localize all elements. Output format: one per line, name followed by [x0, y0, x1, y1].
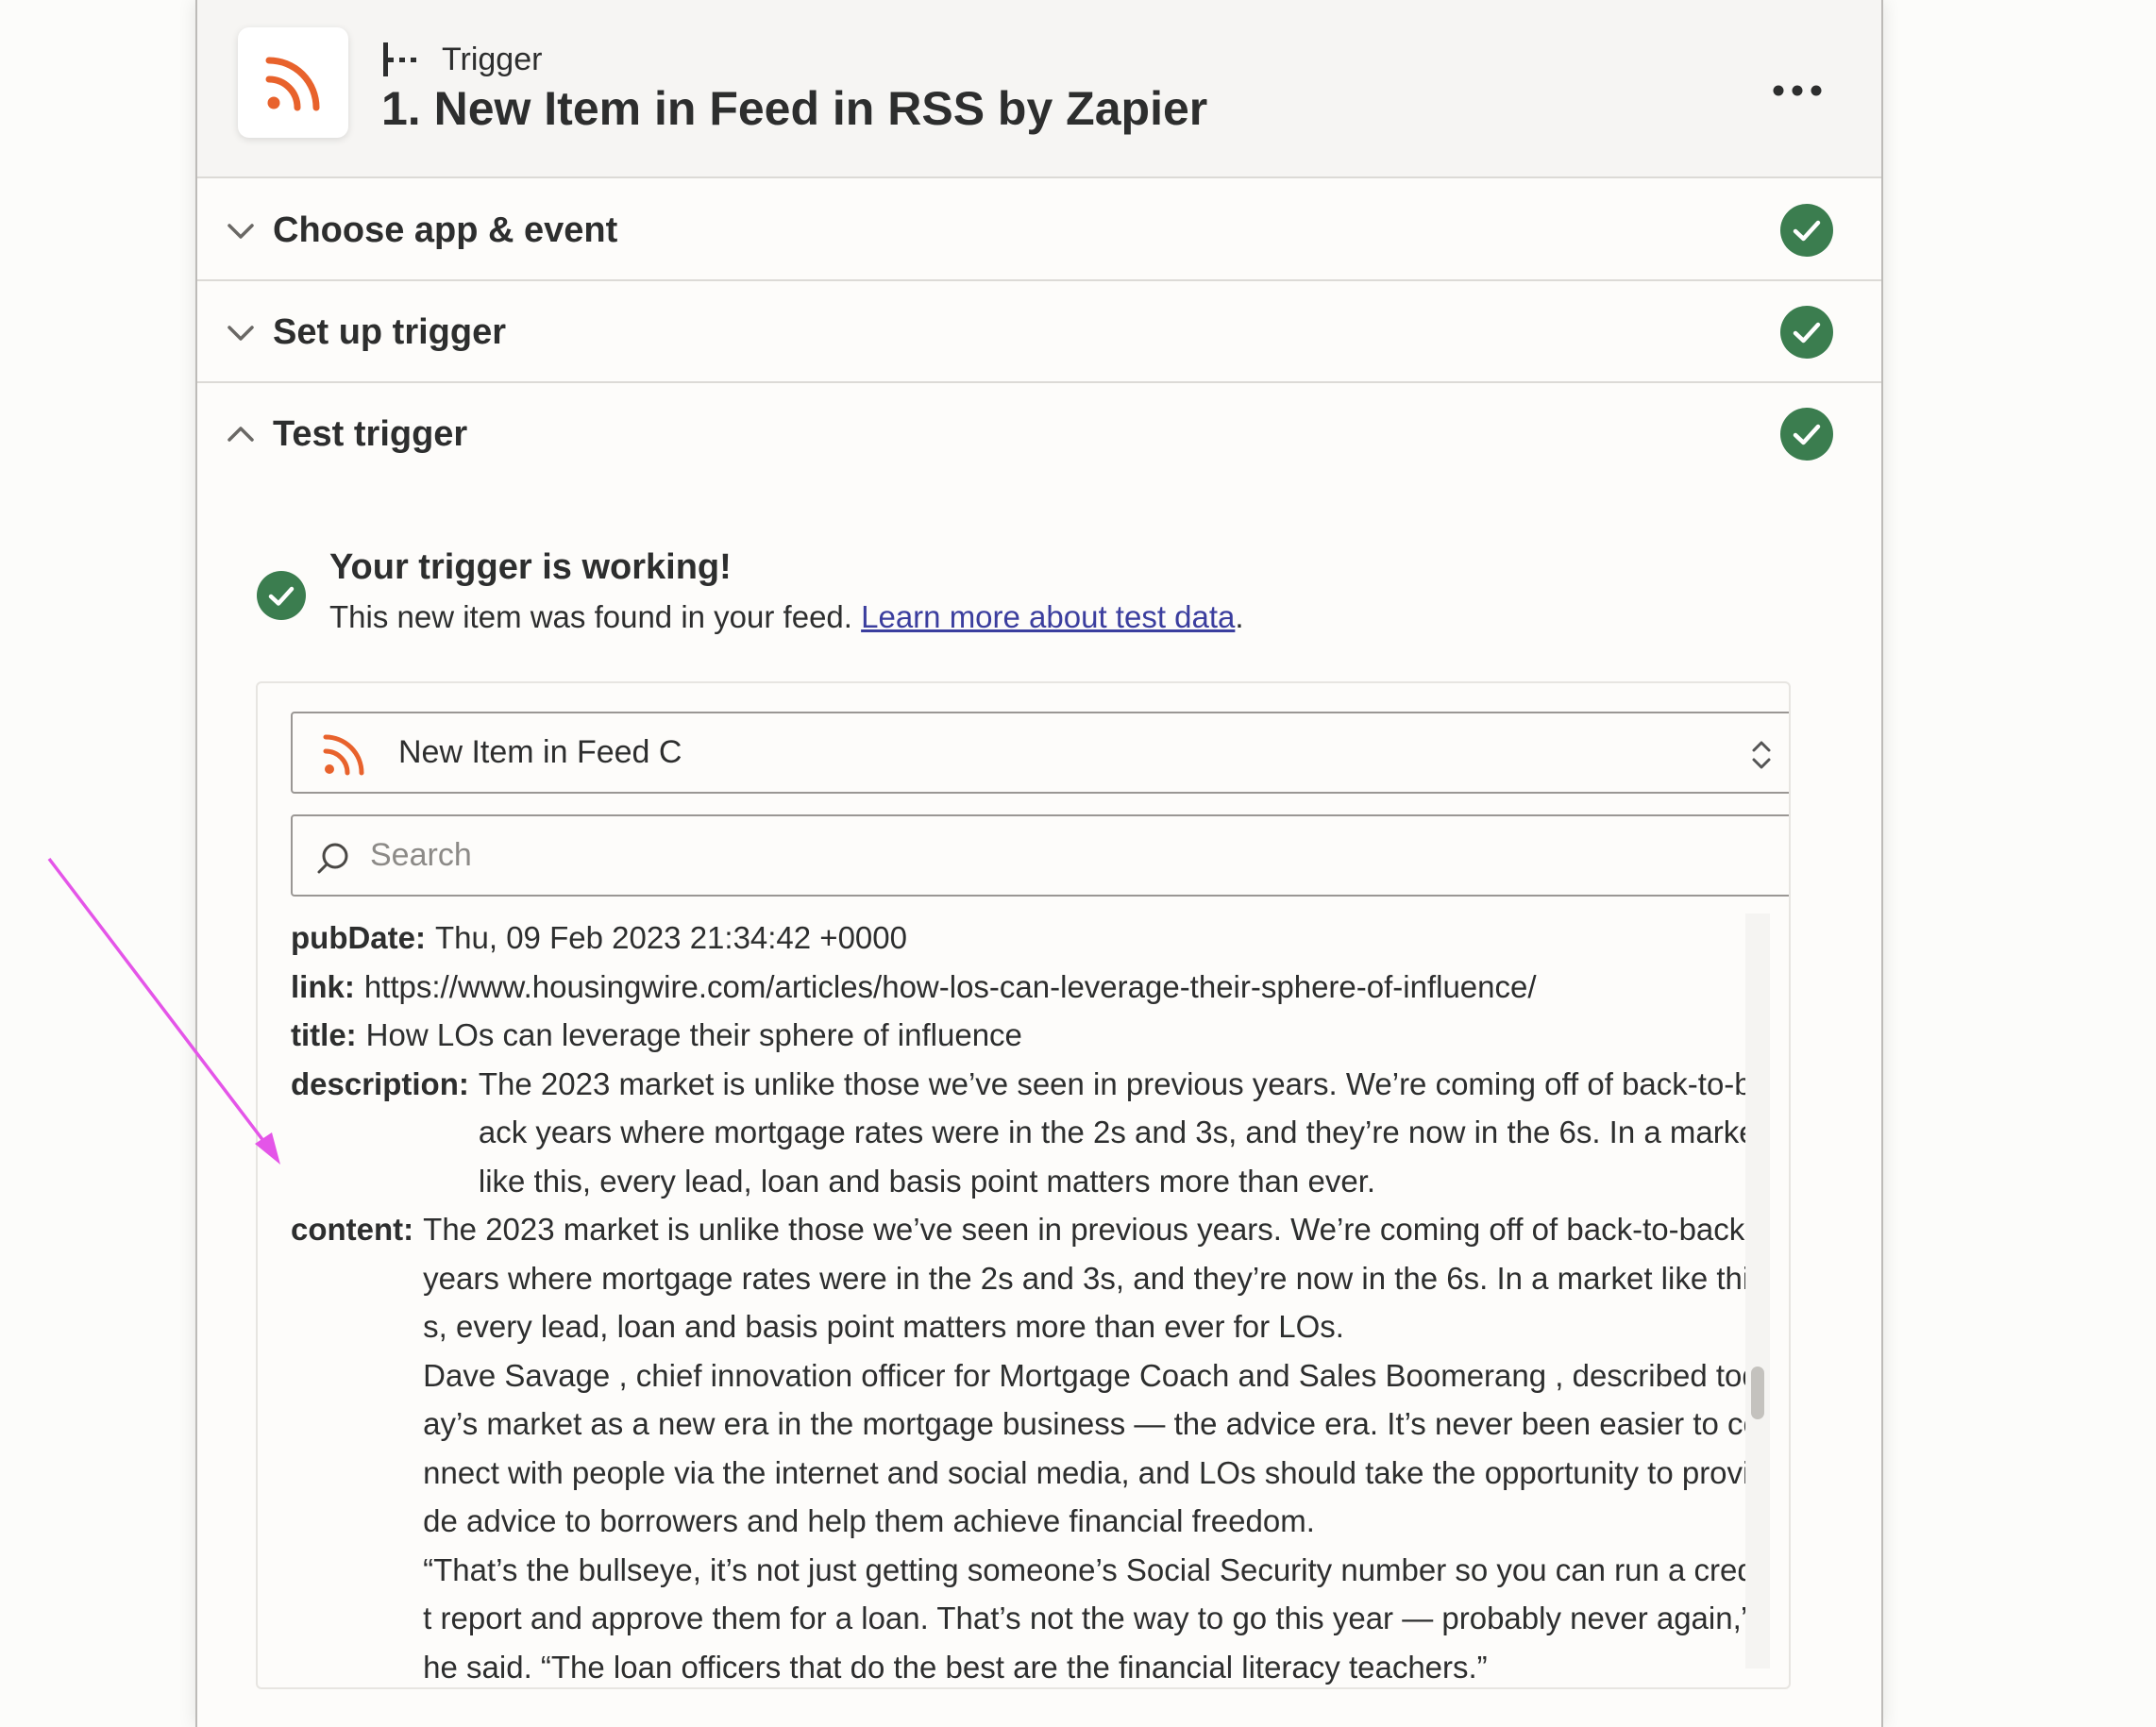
field-title: title: How LOs can leverage their sphere…: [291, 1011, 1789, 1060]
check-circle-icon: [1780, 204, 1833, 257]
field-value: The 2023 market is unlike those we’ve se…: [478, 1065, 1765, 1199]
section-set-up-trigger[interactable]: Set up trigger: [197, 281, 1881, 383]
more-horizontal-icon: [1773, 85, 1822, 96]
section-label: Set up trigger: [273, 312, 507, 352]
field-key: content:: [291, 1212, 414, 1247]
section-label: Test trigger: [273, 414, 468, 454]
test-result-title: Your trigger is working!: [329, 547, 732, 587]
field-value: Thu, 09 Feb 2023 21:34:42 +0000: [435, 920, 907, 955]
chevron-down-icon: [227, 326, 254, 341]
content-paragraph: Dave Savage , chief innovation officer f…: [423, 1357, 1760, 1539]
test-data-list: pubDate: Thu, 09 Feb 2023 21:34:42 +0000…: [291, 914, 1789, 1687]
trigger-step-panel: Trigger 1. New Item in Feed in RSS by Za…: [195, 0, 1883, 1727]
content-paragraph: The 2023 market is unlike those we’ve se…: [423, 1212, 1750, 1344]
rss-icon: [323, 734, 364, 776]
chevron-up-icon: [227, 427, 254, 442]
rss-icon: [265, 57, 319, 110]
app-icon-tile: [238, 27, 348, 138]
test-result-text: This new item was found in your feed.: [329, 599, 852, 634]
field-key: title:: [291, 1017, 357, 1052]
field-description: description: The 2023 market is unlike t…: [291, 1060, 1789, 1206]
field-key: link:: [291, 968, 355, 1004]
success-check-icon: [257, 571, 306, 620]
item-select-value: New Item in Feed C: [398, 734, 682, 770]
section-choose-app-event[interactable]: Choose app & event: [197, 179, 1881, 281]
step-header: Trigger 1. New Item in Feed in RSS by Za…: [197, 0, 1881, 178]
field-key: description:: [291, 1065, 469, 1101]
section-test-trigger[interactable]: Test trigger: [197, 383, 1881, 485]
step-title: 1. New Item in Feed in RSS by Zapier: [381, 82, 1208, 135]
field-value: https://www.housingwire.com/articles/how…: [363, 968, 1537, 1004]
scrollbar-track[interactable]: [1745, 914, 1770, 1668]
test-result-period: .: [1235, 599, 1244, 634]
chevron-down-icon: [227, 224, 254, 239]
test-result-description: This new item was found in your feed. Le…: [329, 599, 1244, 635]
field-content: content: The 2023 market is unlike those…: [291, 1205, 1789, 1687]
scrollbar-thumb[interactable]: [1751, 1367, 1764, 1419]
search-input[interactable]: [368, 816, 1775, 895]
item-select-dropdown[interactable]: New Item in Feed C: [291, 712, 1789, 794]
field-link: link: https://www.housingwire.com/articl…: [291, 963, 1789, 1012]
field-pubdate: pubDate: Thu, 09 Feb 2023 21:34:42 +0000: [291, 914, 1789, 963]
field-key: pubDate:: [291, 920, 426, 955]
search-field: [291, 814, 1789, 897]
chevron-up-down-icon: [1752, 741, 1771, 769]
trigger-type-row: Trigger: [381, 41, 542, 78]
section-label: Choose app & event: [273, 210, 618, 250]
trigger-step-icon: [383, 42, 416, 76]
test-data-card: New Item in Feed C pubDate: Thu, 09 Feb …: [256, 681, 1791, 1689]
field-value: The 2023 market is unlike those we’ve se…: [423, 1205, 1763, 1687]
learn-more-link[interactable]: Learn more about test data: [861, 599, 1235, 634]
check-circle-icon: [1780, 306, 1833, 359]
field-value: How LOs can leverage their sphere of inf…: [365, 1017, 1022, 1052]
check-circle-icon: [1780, 408, 1833, 461]
trigger-type-label: Trigger: [442, 41, 543, 77]
search-icon: [317, 843, 348, 874]
more-options-button[interactable]: [1764, 74, 1830, 108]
content-paragraph: “That’s the bullseye, it’s not just gett…: [423, 1551, 1762, 1685]
